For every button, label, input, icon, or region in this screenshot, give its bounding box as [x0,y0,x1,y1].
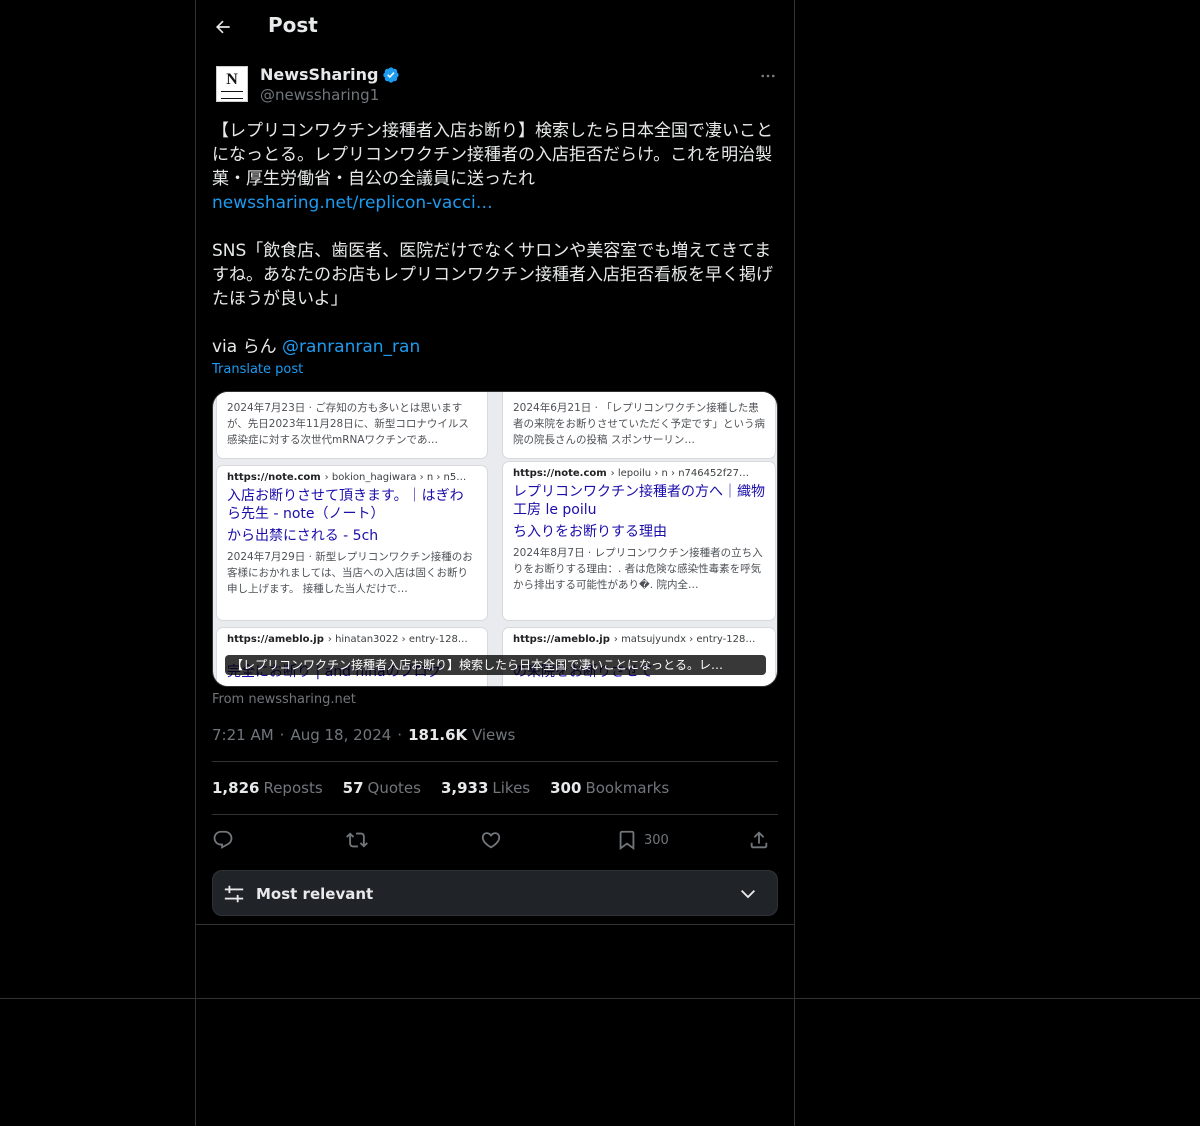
card-title: 入店お断りさせて頂きます。｜はぎわら先生 - note（ノート） [227,488,464,522]
card-url: https://note.com › lepoilu › n › n746452f… [513,468,765,479]
card-title: から出禁にされる - 5ch [227,528,379,544]
card-url-path: › hinatan3022 › entry-128… [327,634,468,645]
sort-label: Most relevant [256,885,374,903]
page-title: Post [268,13,318,37]
link-card-media[interactable]: 2024年7月23日 · ご存知の方も多いとは思いますが、先日2023年11月2… [212,391,778,687]
stat-number: 1,826 [212,779,260,797]
stat-label: Bookmarks [585,779,670,797]
section-divider [0,998,1200,999]
repost-icon [346,832,368,848]
meta-separator: · [279,726,285,744]
repost-button[interactable] [346,826,368,854]
card-url-path: › bokion_hagiwara › n › n5… [324,472,467,483]
bookmark-count: 300 [644,832,669,848]
stat-label: Likes [492,779,531,797]
meta-separator: · [397,726,403,744]
stat-label: Quotes [367,779,421,797]
card-url-host: https://note.com [227,472,321,483]
action-bar: 300 [212,826,778,854]
search-result-card: 2024年7月23日 · ご存知の方も多いとは思いますが、先日2023年11月2… [217,392,487,458]
views-stat[interactable]: 181.6K Views [408,726,515,744]
card-url-path: › lepoilu › n › n746452f27… [610,468,749,479]
post-link[interactable]: newssharing.net/replicon-vacci… [212,193,493,213]
card-title: ち入りをお断りする理由 [513,524,667,540]
card-description: 2024年7月23日 · ご存知の方も多いとは思いますが、先日2023年11月2… [227,402,469,446]
card-url-host: https://ameblo.jp [513,634,610,645]
views-label: Views [471,726,516,744]
views-count: 181.6K [408,726,468,744]
post-header: Post [196,0,794,54]
divider [212,814,778,815]
verified-badge-icon [383,66,400,83]
post-body: 【レプリコンワクチン接種者入店お断り】検索したら日本全国で凄いことになっとる。レ… [212,119,778,359]
search-result-card: https://note.com › bokion_hagiwara › n › … [217,466,487,620]
like-button[interactable] [480,826,502,854]
bookmark-icon [619,830,635,851]
link-source[interactable]: From newssharing.net [212,692,356,707]
card-url-host: https://note.com [513,468,607,479]
column-right-border [794,0,795,1126]
more-options-button[interactable] [756,64,780,88]
author-handle[interactable]: @newssharing1 [260,86,379,104]
arrow-left-icon [216,20,230,34]
author-name[interactable]: NewsSharing [260,65,400,84]
more-horizontal-icon [761,74,775,78]
search-result-card: https://note.com › lepoilu › n › n746452f… [503,462,775,620]
post-text-line1: 【レプリコンワクチン接種者入店お断り】検索したら日本全国で凄いことになっとる。レ… [212,121,773,189]
post-text-para2: SNS「飲食店、歯医者、医院だけでなくサロンや美容室でも増えてきてますね。あなた… [212,241,773,309]
column-left-border [195,0,196,1126]
translate-post-link[interactable]: Translate post [212,362,303,377]
reply-button[interactable] [212,826,234,854]
stat-number: 57 [342,779,364,797]
heart-icon [481,832,501,849]
card-url-path: › matsujyundx › entry-128… [613,634,756,645]
chevron-down-icon [740,889,756,899]
card-description: 2024年8月7日 · レプリコンワクチン接種者の立ち入りをお断りする理由：. … [513,547,763,591]
card-description: 2024年6月21日 · 「レプリコンワクチン接種した患者の来院をお断りさせてい… [513,402,765,446]
post-time[interactable]: 7:21 AM [212,726,274,744]
sliders-icon [224,885,244,903]
stat-number: 3,933 [440,779,489,797]
stat-label: Reposts [263,779,323,797]
share-button[interactable] [748,826,770,854]
quotes-stat[interactable]: 57 Quotes [343,779,421,797]
card-description: 2024年7月29日 · 新型レプリコンワクチン接種のお客様におかれましては、当… [227,551,473,595]
back-button[interactable] [210,14,236,40]
reply-icon [213,830,233,849]
reply-sort-dropdown[interactable]: Most relevant [212,870,778,916]
card-url: https://ameblo.jp › matsujyundx › entry-1… [513,634,765,645]
avatar[interactable]: N [216,66,248,102]
share-icon [750,831,768,849]
via-prefix: via らん [212,337,283,357]
divider [212,761,778,762]
media-caption: 【レプリコンワクチン接種者入店お断り】検索したら日本全国で凄いことになっとる。レ… [225,655,766,675]
likes-stat[interactable]: 3,933 Likes [441,779,530,797]
card-title: レプリコンワクチン接種者の方へ｜織物工房 le poilu [513,484,765,518]
author-name-text: NewsSharing [260,65,379,84]
reposts-stat[interactable]: 1,826 Reposts [212,779,323,797]
card-url: https://note.com › bokion_hagiwara › n › … [227,472,477,483]
card-url-host: https://ameblo.jp [227,634,324,645]
bookmarks-stat[interactable]: 300 Bookmarks [550,779,669,797]
search-result-card: 2024年6月21日 · 「レプリコンワクチン接種した患者の来院をお断りさせてい… [503,392,775,458]
post-metadata: 7:21 AM · Aug 18, 2024 · 181.6K Views [212,726,515,744]
card-url: https://ameblo.jp › hinatan3022 › entry-1… [227,634,477,645]
post-date[interactable]: Aug 18, 2024 [290,726,391,744]
engagement-stats: 1,826 Reposts 57 Quotes 3,933 Likes 300 Book… [212,779,669,797]
stat-number: 300 [550,779,582,797]
avatar-rule [221,98,243,99]
bookmark-button[interactable]: 300 [616,826,669,854]
mention-link[interactable]: @ranranran_ran [282,337,420,357]
reply-section-divider [196,924,794,925]
avatar-letter: N [226,71,238,88]
avatar-rule [221,91,243,92]
